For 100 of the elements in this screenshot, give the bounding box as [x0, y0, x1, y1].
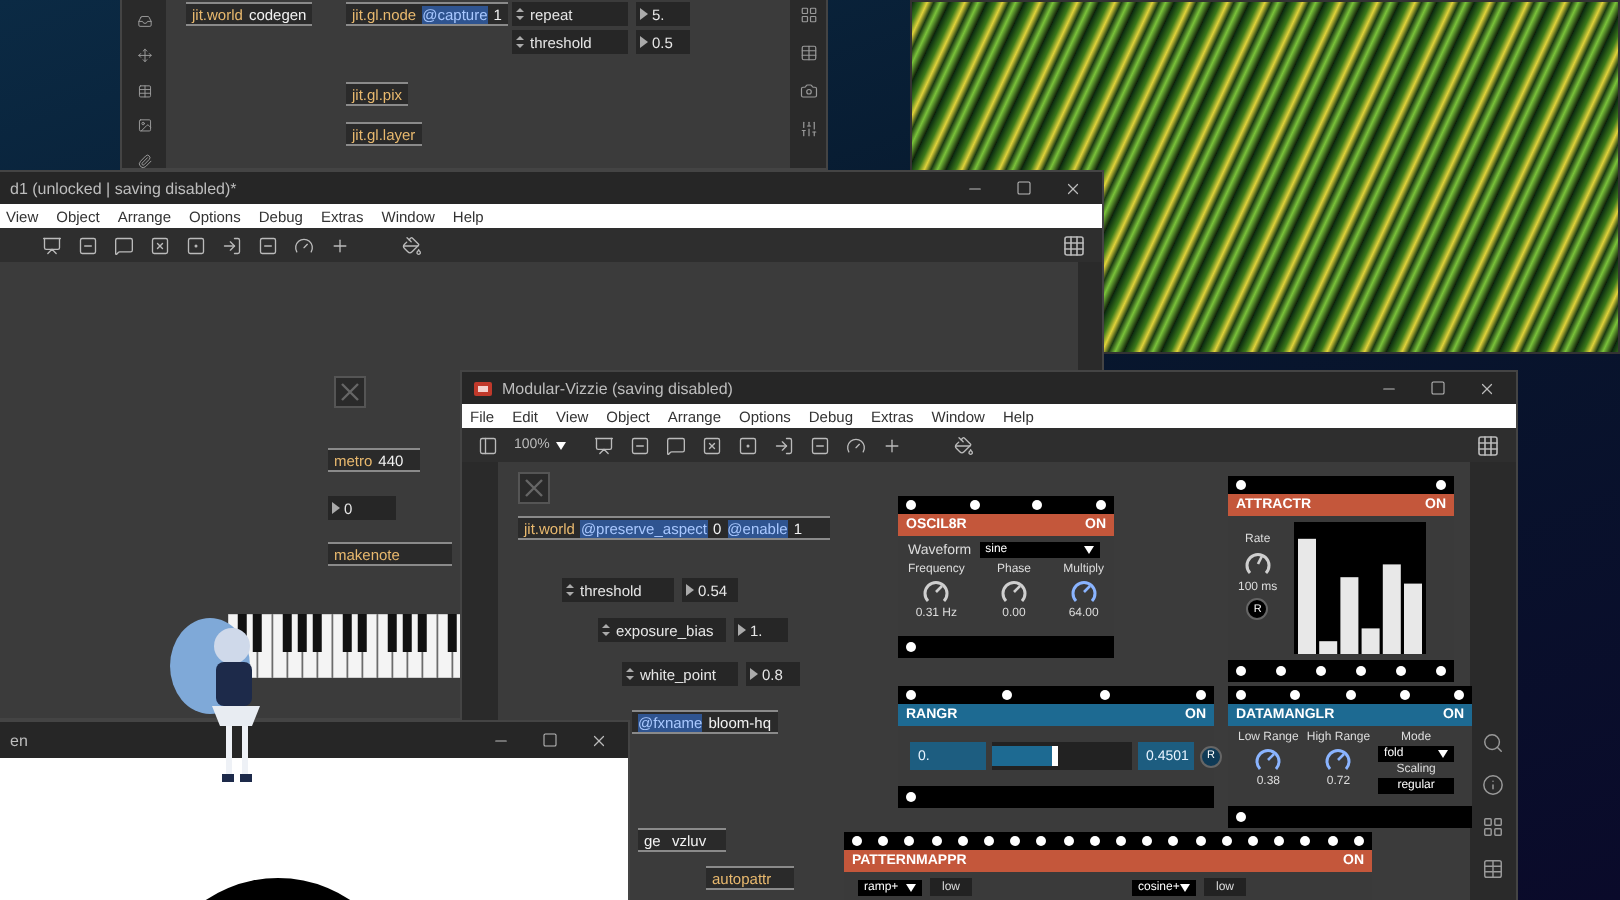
inlet-dot[interactable] — [1168, 836, 1179, 846]
maximize-icon[interactable] — [542, 732, 558, 748]
knob-icon[interactable] — [1254, 746, 1283, 774]
inlet-dot[interactable] — [1436, 480, 1446, 490]
minus-box-icon[interactable] — [629, 435, 650, 455]
maximize-icon[interactable] — [1430, 380, 1446, 396]
sliders-icon[interactable] — [799, 120, 817, 138]
minus-box-icon[interactable] — [809, 435, 830, 455]
outlet-dot[interactable] — [906, 642, 916, 652]
toggle[interactable] — [518, 472, 550, 504]
x-box-icon[interactable] — [701, 435, 722, 455]
move-icon[interactable] — [135, 48, 153, 64]
outlet-dot[interactable] — [906, 792, 916, 802]
paperclip-icon[interactable] — [135, 153, 153, 168]
plus-icon[interactable] — [330, 235, 350, 255]
inlet-dot[interactable] — [1002, 690, 1013, 700]
camera-icon[interactable] — [799, 82, 817, 100]
arrow-into-box-icon[interactable] — [222, 235, 242, 255]
inlet-dot[interactable] — [984, 836, 995, 846]
inlet-dot[interactable] — [1116, 836, 1127, 846]
toggle[interactable] — [334, 376, 366, 408]
search-icon[interactable] — [1482, 732, 1504, 754]
knob-icon[interactable] — [1324, 746, 1353, 774]
inlet-dot[interactable] — [957, 836, 968, 846]
maximize-icon[interactable] — [1016, 180, 1032, 196]
inlet-dot[interactable] — [1036, 836, 1047, 846]
gauge-icon[interactable] — [294, 235, 314, 255]
inlet-dot[interactable] — [1010, 836, 1021, 846]
inlet-dot[interactable] — [1195, 836, 1206, 846]
outlet-dot[interactable] — [1396, 666, 1406, 676]
presentation-icon[interactable] — [593, 435, 614, 455]
window-title: Modular-Vizzie (saving disabled) — [502, 379, 735, 397]
inlet-dot[interactable] — [1095, 500, 1106, 510]
knob-icon[interactable] — [1069, 578, 1098, 606]
knob-icon[interactable] — [1000, 578, 1028, 606]
table-icon[interactable] — [1482, 858, 1504, 880]
table-icon[interactable] — [799, 44, 817, 62]
slider-thumb[interactable] — [1051, 746, 1057, 766]
inlet-dot[interactable] — [1327, 836, 1338, 846]
arrow-into-box-icon[interactable] — [773, 435, 794, 455]
info-icon[interactable] — [1482, 774, 1504, 796]
inlet-dot[interactable] — [1236, 480, 1246, 490]
inlet-dot[interactable] — [1345, 690, 1355, 700]
outlet-dot[interactable] — [1236, 812, 1246, 822]
layout-icon[interactable] — [1482, 816, 1504, 838]
paint-bucket-icon[interactable] — [953, 435, 974, 455]
grid-icon[interactable] — [1476, 433, 1500, 457]
up-down-arrows-icon — [516, 6, 524, 22]
inlet-dot[interactable] — [1099, 690, 1110, 700]
outlet-dot[interactable] — [1436, 666, 1446, 676]
minus-box-icon[interactable] — [78, 235, 98, 255]
presentation-icon[interactable] — [42, 235, 62, 255]
dot-box-icon[interactable] — [186, 235, 206, 255]
inlet-dot[interactable] — [1236, 690, 1246, 700]
knob-icon[interactable] — [1243, 550, 1272, 578]
caret-icon — [640, 8, 648, 20]
outlet-dot[interactable] — [1276, 666, 1286, 676]
inlet-dot[interactable] — [852, 836, 862, 846]
inlet-dot[interactable] — [904, 836, 915, 846]
close-icon[interactable] — [1478, 379, 1496, 397]
outlet-dot[interactable] — [1236, 666, 1246, 676]
close-icon[interactable] — [1064, 179, 1082, 197]
inlet-dot[interactable] — [906, 500, 916, 510]
image-icon[interactable] — [135, 118, 153, 134]
inlet-dot[interactable] — [1032, 500, 1043, 510]
inlet-dot[interactable] — [1195, 690, 1206, 700]
inlet-dot[interactable] — [1300, 836, 1311, 846]
inlet-dot[interactable] — [906, 690, 916, 700]
plus-icon[interactable] — [881, 435, 902, 455]
inlet-dot[interactable] — [1274, 836, 1285, 846]
outlet-dot[interactable] — [1356, 666, 1366, 676]
sidebar-icon[interactable] — [478, 435, 498, 455]
inlet-dot[interactable] — [1089, 836, 1100, 846]
caret-icon — [332, 502, 340, 514]
inlet-dot[interactable] — [878, 836, 889, 846]
minus-box-icon[interactable] — [258, 235, 278, 255]
inlet-dot[interactable] — [1142, 836, 1153, 846]
grid-icon[interactable] — [1062, 233, 1086, 257]
inlet-dot[interactable] — [1221, 836, 1232, 846]
range-slider[interactable] — [992, 742, 1132, 770]
comment-icon[interactable] — [114, 235, 134, 255]
bar-display-drawing[interactable] — [1293, 522, 1426, 654]
inlet-dot[interactable] — [1454, 690, 1464, 700]
gauge-icon[interactable] — [845, 435, 866, 455]
inlet-dot[interactable] — [1290, 690, 1301, 700]
tray-icon[interactable] — [135, 14, 153, 29]
inlet-dot[interactable] — [969, 500, 980, 510]
close-icon[interactable] — [590, 731, 608, 749]
dot-box-icon[interactable] — [737, 435, 758, 455]
inlet-dot[interactable] — [1399, 690, 1410, 700]
knob-icon[interactable] — [922, 578, 951, 606]
outlet-dot[interactable] — [1316, 666, 1326, 676]
inlet-dot[interactable] — [931, 836, 942, 846]
up-down-arrows-icon — [602, 622, 610, 638]
inlet-dot[interactable] — [1248, 836, 1259, 846]
x-box-icon[interactable] — [150, 235, 170, 255]
inlet-dot[interactable] — [1353, 836, 1364, 846]
paint-bucket-icon[interactable] — [402, 235, 422, 255]
inlet-dot[interactable] — [1063, 836, 1074, 846]
comment-icon[interactable] — [665, 435, 686, 455]
